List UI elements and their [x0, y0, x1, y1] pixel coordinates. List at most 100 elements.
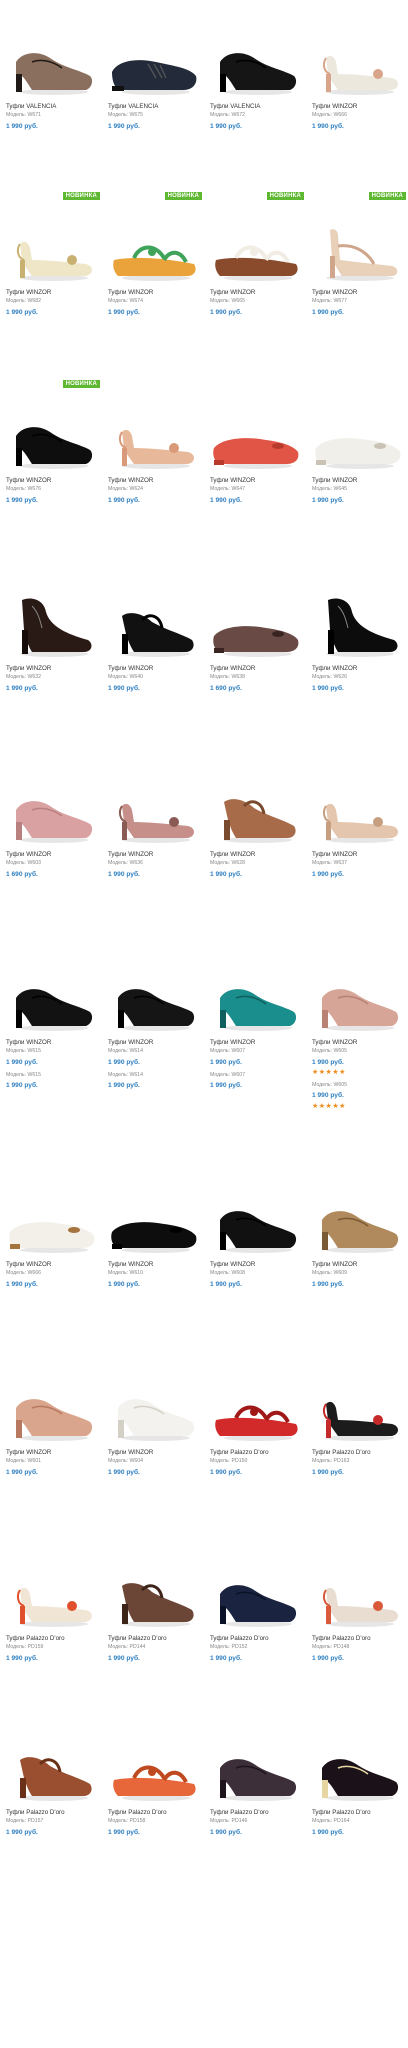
product-photo[interactable]: [104, 762, 202, 848]
product-card[interactable]: Туфли WINZOR Модель: W610 1 990 руб.: [102, 1172, 204, 1362]
product-title[interactable]: Туфли WINZOR: [210, 1261, 255, 1268]
product-title[interactable]: Туфли Palazzo D'oro: [108, 1635, 167, 1642]
product-card[interactable]: НОВИНКА Туфли WINZOR Модель: W682 1 990 руб…: [0, 192, 102, 390]
product-title[interactable]: Туфли WINZOR: [108, 289, 153, 296]
product-card[interactable]: Туфли WINZOR Модель: W615 1 990 руб. Модель…: [0, 950, 102, 1140]
product-card[interactable]: Туфли WINZOR Модель: W605 1 990 руб. ★★★★★ М…: [306, 950, 408, 1140]
product-title[interactable]: Туфли WINZOR: [6, 851, 51, 858]
product-card[interactable]: Туфли VALENCIA Модель: W672 1 990 руб.: [204, 14, 306, 204]
product-card[interactable]: НОВИНКА Туфли WINZOR Модель: W677 1 990 руб…: [306, 192, 408, 390]
product-photo[interactable]: [206, 1360, 304, 1446]
product-title[interactable]: Туфли VALENCIA: [6, 103, 56, 110]
product-card[interactable]: Туфли Palazzo D'oro Модель: PD163 1 990 ру…: [306, 1360, 408, 1550]
product-card[interactable]: Туфли Palazzo D'oro Модель: PD164 1 990 ру…: [306, 1720, 408, 1910]
product-title[interactable]: Туфли VALENCIA: [210, 103, 260, 110]
product-title[interactable]: Туфли WINZOR: [108, 1039, 153, 1046]
product-card[interactable]: Туфли WINZOR Модель: W636 1 990 руб.: [102, 762, 204, 952]
product-photo[interactable]: [104, 1546, 202, 1632]
product-card[interactable]: Туфли Palazzo D'oro Модель: PD152 1 990 ру…: [204, 1546, 306, 1736]
product-photo[interactable]: [206, 200, 304, 286]
product-title[interactable]: Туфли WINZOR: [312, 1039, 357, 1046]
product-title[interactable]: Туфли Palazzo D'oro: [108, 1809, 167, 1816]
product-photo[interactable]: [206, 1720, 304, 1806]
product-photo[interactable]: [308, 1720, 406, 1806]
product-title[interactable]: Туфли Palazzo D'oro: [6, 1635, 65, 1642]
product-card[interactable]: Туфли WINZOR Модель: W645 1 990 руб.: [306, 388, 408, 578]
product-title[interactable]: Туфли WINZOR: [6, 1261, 51, 1268]
product-card[interactable]: Туфли Palazzo D'oro Модель: PD157 1 990 ру…: [0, 1720, 102, 1910]
product-photo[interactable]: [206, 388, 304, 474]
product-title[interactable]: Туфли WINZOR: [108, 1449, 153, 1456]
product-title[interactable]: Туфли WINZOR: [312, 1261, 357, 1268]
product-photo[interactable]: [2, 1172, 100, 1258]
product-card[interactable]: Туфли VALENCIA Модель: W671 1 990 руб.: [0, 14, 102, 204]
product-photo[interactable]: [104, 388, 202, 474]
product-title[interactable]: Туфли WINZOR: [210, 665, 255, 672]
product-title[interactable]: Туфли Palazzo D'oro: [312, 1449, 371, 1456]
product-title[interactable]: Туфли Palazzo D'oro: [312, 1809, 371, 1816]
product-card[interactable]: Туфли Palazzo D'oro Модель: PD159 1 990 ру…: [0, 1546, 102, 1736]
product-photo[interactable]: [206, 576, 304, 662]
product-title[interactable]: Туфли WINZOR: [210, 851, 255, 858]
product-photo[interactable]: [2, 388, 100, 474]
product-title[interactable]: Туфли WINZOR: [6, 477, 51, 484]
product-photo[interactable]: [308, 14, 406, 100]
product-title[interactable]: Туфли WINZOR: [312, 103, 357, 110]
product-card[interactable]: НОВИНКА Туфли WINZOR Модель: W674 1 990 руб…: [102, 192, 204, 390]
product-photo[interactable]: [206, 762, 304, 848]
product-title[interactable]: Туфли WINZOR: [108, 477, 153, 484]
product-title[interactable]: Туфли WINZOR: [108, 851, 153, 858]
product-card[interactable]: Туфли Palazzo D'oro Модель: PD144 1 990 ру…: [102, 1546, 204, 1736]
product-title[interactable]: Туфли WINZOR: [312, 665, 357, 672]
product-photo[interactable]: [308, 762, 406, 848]
product-card[interactable]: Туфли VALENCIA Модель: W675 1 990 руб.: [102, 14, 204, 204]
product-photo[interactable]: [104, 576, 202, 662]
product-photo[interactable]: [104, 950, 202, 1036]
product-card[interactable]: НОВИНКА Туфли WINZOR Модель: W665 1 990 руб…: [204, 192, 306, 390]
product-card[interactable]: Туфли Palazzo D'oro Модель: PD148 1 990 ру…: [306, 1546, 408, 1736]
product-photo[interactable]: [308, 950, 406, 1036]
product-photo[interactable]: [2, 1720, 100, 1806]
product-title[interactable]: Туфли WINZOR: [312, 289, 357, 296]
product-title[interactable]: Туфли WINZOR: [312, 851, 357, 858]
product-photo[interactable]: [2, 950, 100, 1036]
product-card[interactable]: Туфли WINZOR Модель: W607 1 990 руб. Модель…: [204, 950, 306, 1140]
product-card[interactable]: Туфли WINZOR Модель: W640 1 990 руб.: [102, 576, 204, 766]
product-photo[interactable]: [2, 576, 100, 662]
product-title[interactable]: Туфли WINZOR: [210, 1039, 255, 1046]
product-title[interactable]: Туфли WINZOR: [6, 289, 51, 296]
product-title[interactable]: Туфли WINZOR: [108, 1261, 153, 1268]
product-photo[interactable]: [308, 200, 406, 286]
product-title[interactable]: Туфли Palazzo D'oro: [210, 1635, 269, 1642]
product-photo[interactable]: [104, 14, 202, 100]
product-photo[interactable]: [308, 1546, 406, 1632]
product-title[interactable]: Туфли VALENCIA: [108, 103, 158, 110]
product-title[interactable]: Туфли WINZOR: [6, 665, 51, 672]
product-photo[interactable]: [2, 762, 100, 848]
product-card[interactable]: Туфли WINZOR Модель: W609 1 990 руб.: [306, 1172, 408, 1362]
product-title[interactable]: Туфли Palazzo D'oro: [6, 1809, 65, 1816]
product-title[interactable]: Туфли WINZOR: [210, 289, 255, 296]
product-title[interactable]: Туфли WINZOR: [6, 1039, 51, 1046]
product-title[interactable]: Туфли WINZOR: [312, 477, 357, 484]
product-photo[interactable]: [206, 1172, 304, 1258]
product-title[interactable]: Туфли Palazzo D'oro: [210, 1449, 269, 1456]
product-photo[interactable]: [104, 1720, 202, 1806]
product-card[interactable]: Туфли WINZOR Модель: W604 1 990 руб.: [102, 1360, 204, 1550]
product-photo[interactable]: [206, 14, 304, 100]
product-photo[interactable]: [2, 1360, 100, 1446]
product-card[interactable]: Туфли WINZOR Модель: W614 1 990 руб. Модель…: [102, 950, 204, 1140]
product-card[interactable]: Туфли WINZOR Модель: W628 1 990 руб.: [204, 762, 306, 952]
product-card[interactable]: Туфли WINZOR Модель: W601 1 990 руб.: [0, 1360, 102, 1550]
product-card[interactable]: НОВИНКА Туфли WINZOR Модель: W676 1 990 руб…: [0, 380, 102, 578]
product-card[interactable]: Туфли Palazzo D'oro Модель: PD158 1 990 ру…: [102, 1720, 204, 1910]
product-title[interactable]: Туфли WINZOR: [108, 665, 153, 672]
product-card[interactable]: Туфли WINZOR Модель: W632 1 990 руб.: [0, 576, 102, 766]
product-photo[interactable]: [206, 950, 304, 1036]
product-photo[interactable]: [308, 1360, 406, 1446]
product-card[interactable]: Туфли WINZOR Модель: W608 1 990 руб.: [204, 1172, 306, 1362]
product-photo[interactable]: [2, 1546, 100, 1632]
product-photo[interactable]: [104, 200, 202, 286]
product-card[interactable]: Туфли WINZOR Модель: W647 1 990 руб.: [204, 388, 306, 578]
product-card[interactable]: Туфли WINZOR Модель: W666 1 990 руб.: [0, 1172, 102, 1362]
